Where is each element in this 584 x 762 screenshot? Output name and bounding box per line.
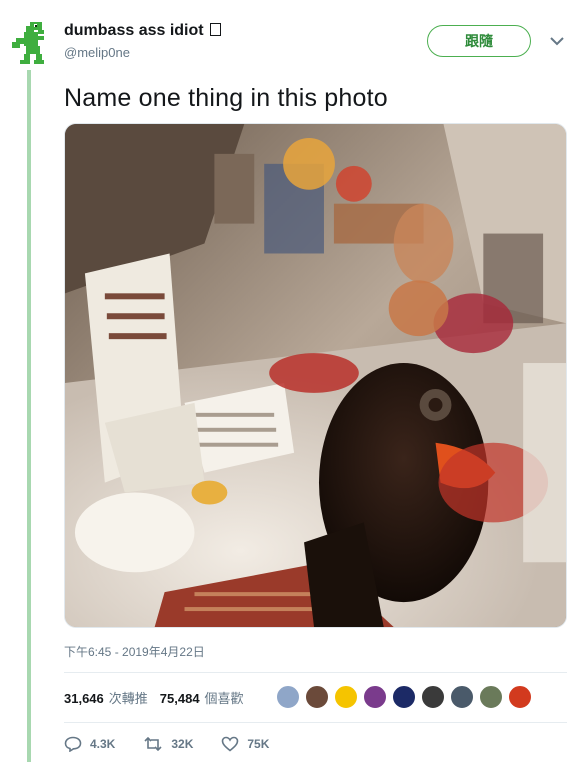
display-name-text: dumbass ass idiot bbox=[64, 22, 204, 39]
divider bbox=[64, 672, 567, 673]
like-stat[interactable]: 75,484 個喜歡 bbox=[160, 688, 244, 707]
retweet-button[interactable]: 32K bbox=[143, 737, 193, 751]
retweet-icon bbox=[144, 737, 162, 751]
retweet-count: 31,646 bbox=[64, 691, 104, 706]
liker-avatar-9[interactable] bbox=[508, 685, 532, 709]
like-button[interactable]: 75K bbox=[221, 736, 269, 752]
liker-avatar-1[interactable] bbox=[276, 685, 300, 709]
user-handle[interactable]: @melip0ne bbox=[64, 45, 130, 60]
follow-button[interactable]: 跟隨 bbox=[427, 25, 531, 57]
chevron-down-icon[interactable] bbox=[548, 34, 566, 48]
thread-line bbox=[27, 70, 31, 762]
tweet-text: Name one thing in this photo bbox=[64, 84, 388, 112]
retweet-action-count: 32K bbox=[171, 737, 194, 751]
avatar[interactable] bbox=[8, 18, 52, 66]
liker-avatars bbox=[276, 685, 537, 709]
like-count: 75,484 bbox=[159, 691, 200, 706]
reply-icon bbox=[64, 736, 82, 752]
liker-avatar-4[interactable] bbox=[363, 685, 387, 709]
liker-avatar-5[interactable] bbox=[392, 685, 416, 709]
liker-avatar-3[interactable] bbox=[334, 685, 358, 709]
retweet-stat[interactable]: 31,646 次轉推 bbox=[64, 688, 148, 707]
reply-count: 4.3K bbox=[90, 737, 116, 751]
tweet-timestamp[interactable]: 下午6:45 - 2019年4月22日 bbox=[64, 643, 205, 660]
tweet-photo[interactable] bbox=[64, 123, 567, 628]
like-label: 個喜歡 bbox=[204, 691, 244, 706]
emoji-box-icon bbox=[209, 23, 221, 36]
tweet-actions: 4.3K 32K 75K bbox=[64, 736, 297, 752]
liker-avatar-6[interactable] bbox=[421, 685, 445, 709]
like-action-count: 75K bbox=[247, 737, 270, 751]
liker-avatar-2[interactable] bbox=[305, 685, 329, 709]
engagement-stats: 31,646 次轉推 75,484 個喜歡 bbox=[64, 688, 256, 707]
retweet-label: 次轉推 bbox=[108, 691, 148, 706]
divider bbox=[64, 722, 567, 723]
heart-icon bbox=[222, 736, 239, 752]
liker-avatar-7[interactable] bbox=[450, 685, 474, 709]
liker-avatar-8[interactable] bbox=[479, 685, 503, 709]
display-name[interactable]: dumbass ass idiot bbox=[64, 22, 221, 40]
reply-button[interactable]: 4.3K bbox=[64, 736, 115, 752]
